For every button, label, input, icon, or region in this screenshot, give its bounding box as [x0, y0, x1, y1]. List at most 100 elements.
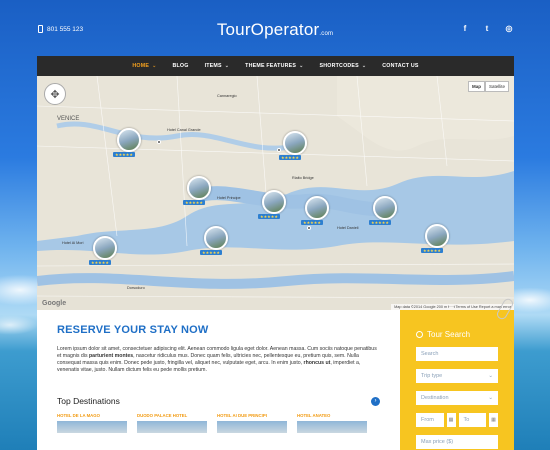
top-destinations-header: Top Destinations ›	[57, 396, 380, 406]
chevron-down-icon: ⌄	[361, 63, 367, 69]
star-rating: ★★★★★	[113, 152, 135, 157]
nav-item-theme-features[interactable]: THEME FEATURES ⌄	[237, 56, 311, 76]
twitter-icon[interactable]: t	[482, 24, 492, 33]
top-destinations-title: Top Destinations	[57, 396, 120, 406]
destination-card[interactable]: HOTEL DE LA MAGO	[57, 413, 127, 433]
map-marker[interactable]	[157, 140, 161, 144]
chevron-down-icon: ⌄	[224, 63, 230, 69]
reserve-text: Lorem ipsum dolor sit amet, consectetuer…	[57, 346, 380, 374]
map-type-toggle: Map Satellite	[467, 81, 509, 92]
star-rating: ★★★★★	[421, 248, 443, 253]
hotel-map-pin[interactable]: ★★★★★	[421, 224, 449, 253]
nav-label: CONTACT US	[382, 63, 419, 69]
hotel-map-pin[interactable]: ★★★★★	[113, 128, 141, 157]
map-label: Rialto Bridge	[292, 176, 314, 180]
bold-text: rhoncus ut	[303, 360, 331, 366]
field-placeholder: Destination	[421, 395, 449, 401]
destination-card[interactable]: DUODO PALACE HOTEL	[137, 413, 207, 433]
star-rating: ★★★★★	[183, 200, 205, 205]
nav-item-contact-us[interactable]: CONTACT US	[374, 56, 426, 76]
star-rating: ★★★★★	[89, 260, 111, 265]
map-label: Hotel Principe	[217, 196, 241, 200]
map-label: Hotel Danieli	[337, 226, 359, 230]
search-icon	[416, 331, 423, 338]
destination-image	[137, 421, 207, 433]
nav-label: SHORTCODES	[319, 63, 359, 69]
search-input[interactable]: Search	[416, 347, 498, 361]
destination-name: DUODO PALACE HOTEL	[137, 413, 188, 418]
main-container: HOME ⌄ BLOG ITEMS ⌄ THEME FEATURES ⌄ SHORTC…	[37, 56, 515, 450]
calendar-icon[interactable]: ▦	[489, 413, 498, 427]
star-rating: ★★★★★	[200, 250, 222, 255]
nav-label: BLOG	[172, 63, 189, 69]
hotel-map-pin[interactable]: ★★★★★	[279, 131, 307, 160]
facebook-icon[interactable]: f	[460, 24, 470, 33]
star-rating: ★★★★★	[258, 214, 280, 219]
social-links: f t ◎	[460, 24, 514, 33]
hotel-map-pin[interactable]: ★★★★★	[258, 190, 286, 219]
carousel-next-button[interactable]: ›	[371, 396, 380, 406]
star-rating: ★★★★★	[369, 220, 391, 225]
tour-search-header: Tour Search	[416, 330, 498, 339]
nav-item-home[interactable]: HOME ⌄	[124, 56, 164, 76]
tour-search-panel: Tour Search Search Trip type ⌄ Destinatio…	[400, 296, 515, 450]
map-label: Cannaregio	[217, 94, 237, 98]
map-label: VENICE	[57, 116, 80, 122]
dribbble-icon[interactable]: ◎	[504, 24, 514, 33]
calendar-icon[interactable]: ▦	[446, 413, 456, 427]
map-label: Hotel Canal Grande	[167, 128, 201, 132]
hotel-map-pin[interactable]: ★★★★★	[369, 196, 397, 225]
to-date-input[interactable]: To	[458, 413, 486, 427]
map-button[interactable]: Map	[467, 81, 485, 92]
field-placeholder: Max price ($)	[421, 439, 454, 445]
max-price-input[interactable]: Max price ($)	[416, 435, 498, 449]
map-marker[interactable]	[277, 148, 281, 152]
hotel-map-pin[interactable]: ★★★★★	[200, 226, 228, 255]
chevron-down-icon: ⌄	[299, 63, 304, 69]
map-marker[interactable]	[307, 226, 311, 230]
map-label: Dorsoduro	[127, 286, 145, 290]
map-label: Hotel Ai Mori	[62, 241, 84, 245]
chevron-down-icon: ⌄	[488, 395, 493, 401]
map-view[interactable]: ✥ Map Satellite VENICE Hotel Canal Grand…	[37, 76, 514, 310]
hotel-map-pin[interactable]: ★★★★★	[89, 236, 117, 265]
top-bar: 801 555 123 TourOperator.com f t ◎	[0, 0, 550, 56]
star-rating: ★★★★★	[279, 155, 301, 160]
reserve-section: RESERVE YOUR STAY NOW Lorem ipsum dolor …	[37, 310, 400, 450]
field-placeholder: To	[463, 417, 470, 423]
nav-item-shortcodes[interactable]: SHORTCODES ⌄	[312, 56, 375, 76]
chevron-down-icon: ⌄	[152, 63, 157, 69]
nav-label: ITEMS	[204, 63, 222, 69]
nav-item-items[interactable]: ITEMS ⌄	[197, 56, 238, 76]
hotel-map-pin[interactable]: ★★★★★	[183, 176, 211, 205]
satellite-button[interactable]: Satellite	[484, 81, 509, 92]
from-date-input[interactable]: From	[416, 413, 444, 427]
nav-label: HOME	[132, 63, 150, 69]
destination-card[interactable]: HOTEL ANATEO	[297, 413, 367, 433]
hotel-map-pin[interactable]: ★★★★★	[301, 196, 329, 225]
destination-name: HOTEL AI DUE PRINCIPI	[217, 413, 267, 418]
nav-label: THEME FEATURES	[245, 63, 297, 69]
content-area: RESERVE YOUR STAY NOW Lorem ipsum dolor …	[37, 296, 515, 450]
trip-type-select[interactable]: Trip type ⌄	[416, 369, 498, 383]
map-pan-control[interactable]: ✥	[44, 83, 66, 105]
destination-name: HOTEL ANATEO	[297, 413, 331, 418]
destination-image	[217, 421, 287, 433]
logo-suffix: .com	[319, 31, 334, 37]
destination-name: HOTEL DE LA MAGO	[57, 413, 100, 418]
chevron-down-icon: ⌄	[488, 373, 493, 379]
tour-search-title: Tour Search	[427, 330, 471, 339]
destination-select[interactable]: Destination ⌄	[416, 391, 498, 405]
reserve-title: RESERVE YOUR STAY NOW	[57, 324, 209, 336]
field-placeholder: Search	[421, 351, 439, 357]
destination-card[interactable]: HOTEL AI DUE PRINCIPI	[217, 413, 287, 433]
field-placeholder: Trip type	[421, 373, 443, 379]
date-range: From ▦ To ▦	[416, 413, 498, 427]
google-logo: Google	[42, 300, 67, 307]
destination-image	[297, 421, 367, 433]
nav-item-blog[interactable]: BLOG	[164, 56, 196, 76]
main-nav: HOME ⌄ BLOG ITEMS ⌄ THEME FEATURES ⌄ SHORTC…	[37, 56, 514, 76]
destinations-list: HOTEL DE LA MAGO DUODO PALACE HOTEL HOTE…	[57, 413, 380, 433]
destination-image	[57, 421, 127, 433]
bold-text: parturient montes	[89, 353, 134, 359]
